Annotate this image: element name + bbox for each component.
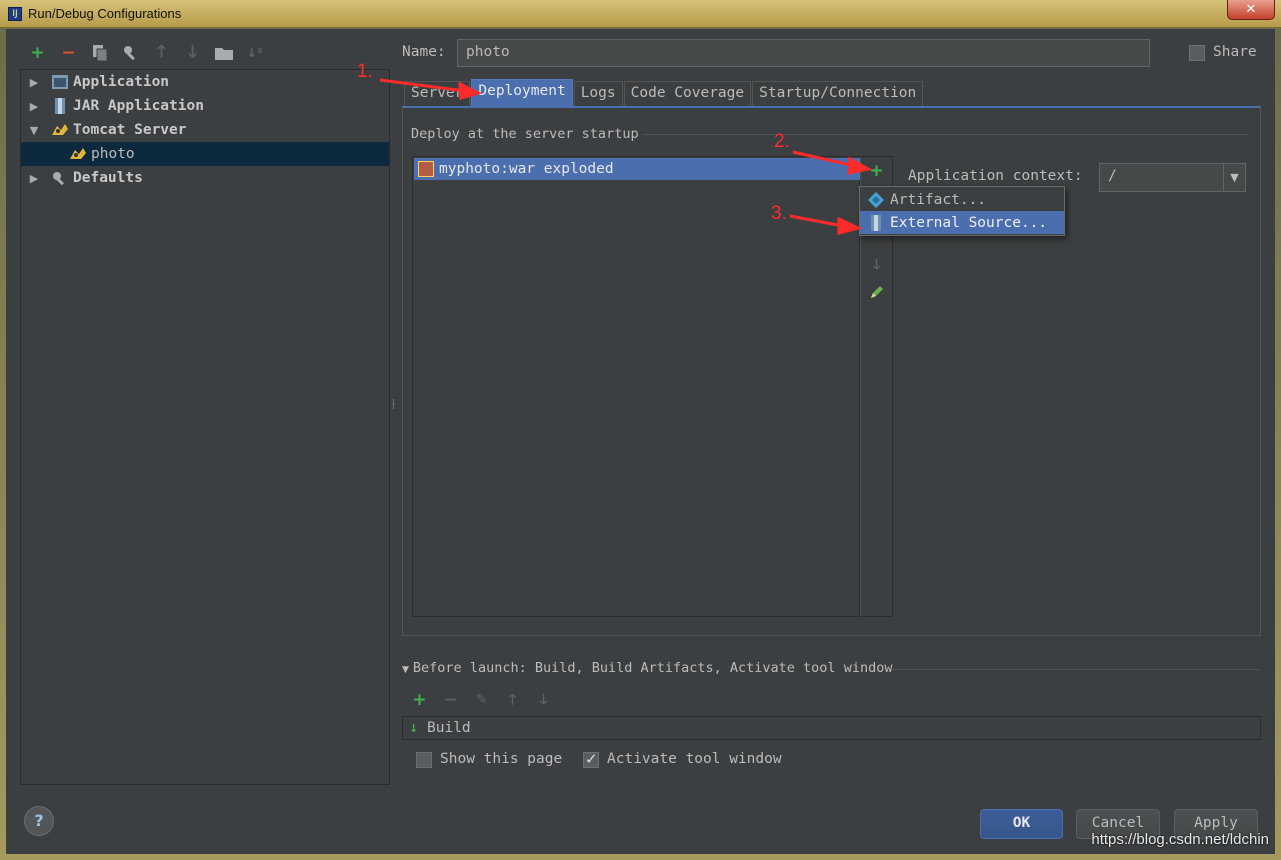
annotation-step-1: 1. xyxy=(357,61,373,82)
annotation-step-2: 2. xyxy=(774,131,790,152)
annotation-overlay xyxy=(379,78,873,235)
annotation-step-3: 3. xyxy=(771,203,787,224)
window-frame: IJ Run/Debug Configurations ✕ + − 🡑 🡓 ↓ᶻ… xyxy=(0,0,1281,860)
watermark: https://blog.csdn.net/ldchin xyxy=(1091,831,1269,848)
